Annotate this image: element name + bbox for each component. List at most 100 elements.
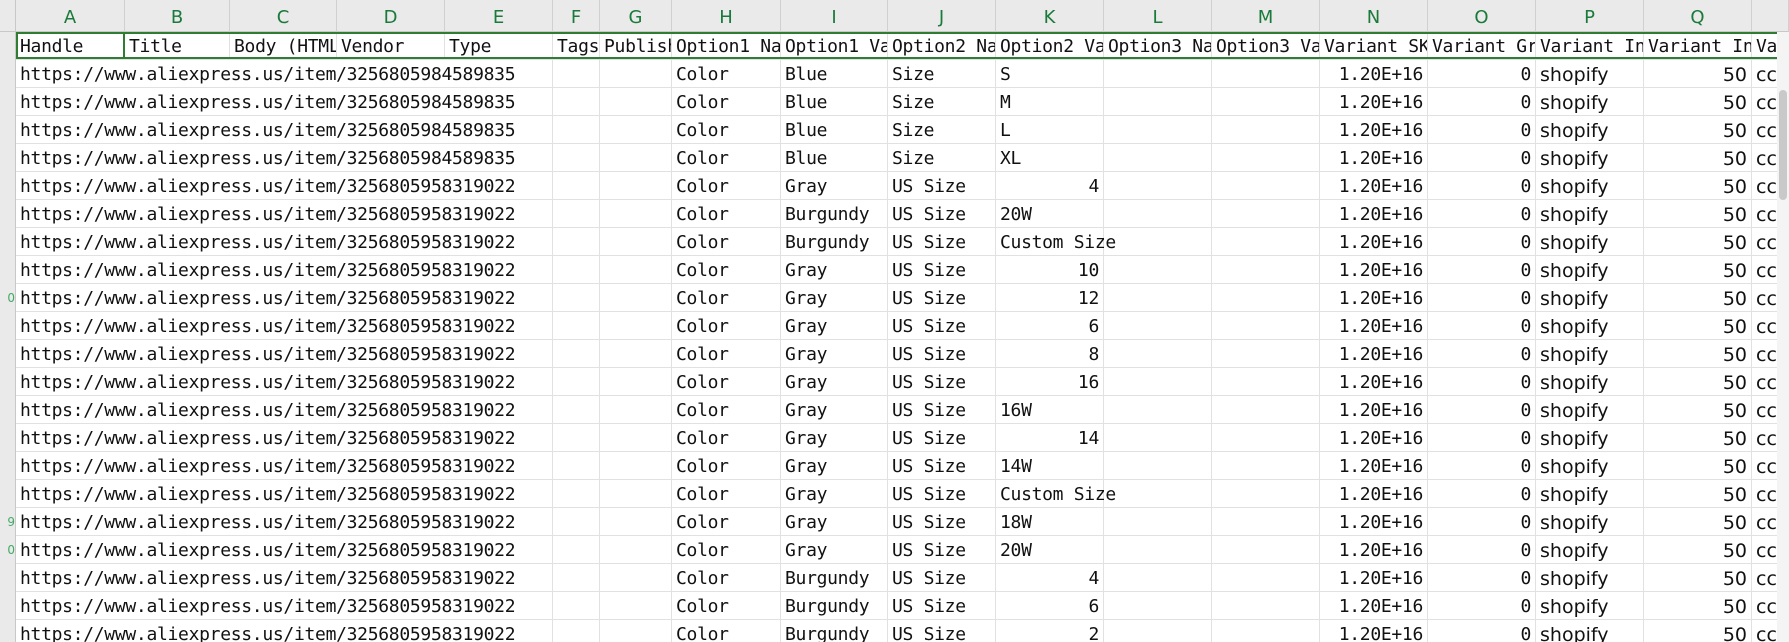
cell-variant-grams[interactable]: 0 [1428,620,1536,642]
cell-option1-name[interactable]: Color [672,620,781,642]
cell-option3-name[interactable] [1104,480,1212,508]
cell-variant-sku[interactable]: 1.20E+16 [1320,480,1428,508]
cell-published[interactable] [600,452,672,480]
cell-variant-sku[interactable]: 1.20E+16 [1320,60,1428,88]
cell-option2-name[interactable]: US Size [888,200,996,228]
cell-inventory-tracker[interactable]: shopify [1536,312,1644,340]
cell-option1-value[interactable]: Gray [781,480,888,508]
select-all-corner[interactable] [0,0,16,32]
cell-variant-grams[interactable]: 0 [1428,256,1536,284]
cell-option2-value[interactable]: 16W [996,396,1104,424]
cell-variant-grams[interactable]: 0 [1428,284,1536,312]
row-number[interactable] [0,60,16,88]
cell-option2-name[interactable]: US Size [888,284,996,312]
cell-variant-grams[interactable]: 0 [1428,368,1536,396]
cell-option3-name[interactable] [1104,592,1212,620]
cell-tags[interactable] [553,564,600,592]
cell-option2-value[interactable]: 20W [996,536,1104,564]
cell-option1-value[interactable]: Gray [781,452,888,480]
cell-tags[interactable] [553,480,600,508]
header-cell[interactable]: Tags [553,32,600,60]
cell-option3-value[interactable] [1212,452,1320,480]
cell-published[interactable] [600,424,672,452]
column-header-I[interactable]: I [781,0,888,32]
cell-inventory-qty[interactable]: 50 [1644,228,1752,256]
cell-option3-value[interactable] [1212,396,1320,424]
cell-handle-url[interactable]: https://www.aliexpress.us/item/325680595… [16,452,553,480]
cell-option3-value[interactable] [1212,60,1320,88]
cell-inventory-tracker[interactable]: shopify [1536,396,1644,424]
cell-option2-name[interactable]: US Size [888,536,996,564]
row-number[interactable]: 9 [0,508,16,536]
cell-option3-value[interactable] [1212,536,1320,564]
cell-option3-name[interactable] [1104,60,1212,88]
cell-option1-value[interactable]: Gray [781,368,888,396]
cell-inventory-tracker[interactable]: shopify [1536,340,1644,368]
row-number[interactable] [0,592,16,620]
header-cell[interactable]: Published [600,32,672,60]
cell-handle-url[interactable]: https://www.aliexpress.us/item/325680595… [16,228,553,256]
column-header-H[interactable]: H [672,0,781,32]
cell-option2-value[interactable]: Custom Size [996,480,1116,508]
header-cell[interactable]: Option2 Value [996,32,1104,60]
cell-inventory-qty[interactable]: 50 [1644,116,1752,144]
cell-tags[interactable] [553,144,600,172]
cell-tags[interactable] [553,256,600,284]
row-number[interactable] [0,116,16,144]
cell-tags[interactable] [553,60,600,88]
cell-option3-name[interactable] [1104,536,1212,564]
header-cell[interactable]: Handle [16,32,125,60]
cell-published[interactable] [600,620,672,642]
cell-inventory-tracker[interactable]: shopify [1536,200,1644,228]
cell-variant-grams[interactable]: 0 [1428,144,1536,172]
cell-tags[interactable] [553,452,600,480]
cell-variant-sku[interactable]: 1.20E+16 [1320,424,1428,452]
row-number[interactable] [0,452,16,480]
column-header-D[interactable]: D [337,0,445,32]
cell-option1-name[interactable]: Color [672,228,781,256]
cell-option2-name[interactable]: US Size [888,424,996,452]
cell-variant-grams[interactable]: 0 [1428,340,1536,368]
cell-option1-value[interactable]: Gray [781,536,888,564]
cell-option2-value[interactable]: 4 [996,172,1104,200]
cell-published[interactable] [600,396,672,424]
cell-option3-name[interactable] [1104,564,1212,592]
cell-inventory-tracker[interactable]: shopify [1536,508,1644,536]
cell-published[interactable] [600,564,672,592]
row-number[interactable] [0,340,16,368]
cell-option1-value[interactable]: Gray [781,256,888,284]
cell-option2-name[interactable]: Size [888,144,996,172]
cell-inventory-qty[interactable]: 50 [1644,564,1752,592]
column-header-Q[interactable]: Q [1644,0,1752,32]
column-header-M[interactable]: M [1212,0,1320,32]
cell-option1-name[interactable]: Color [672,508,781,536]
cell-variant-grams[interactable]: 0 [1428,60,1536,88]
cell-inventory-qty[interactable]: 50 [1644,508,1752,536]
cell-variant-grams[interactable]: 0 [1428,508,1536,536]
cell-inventory-tracker[interactable]: shopify [1536,620,1644,642]
cell-published[interactable] [600,592,672,620]
cell-variant-grams[interactable]: 0 [1428,480,1536,508]
vertical-scrollbar[interactable] [1777,32,1789,642]
cell-option3-name[interactable] [1104,620,1212,642]
cell-option3-value[interactable] [1212,256,1320,284]
header-cell[interactable]: Type [445,32,553,60]
header-cell[interactable]: Vendor [337,32,445,60]
cell-handle-url[interactable]: https://www.aliexpress.us/item/325680598… [16,116,553,144]
cell-option3-name[interactable] [1104,228,1212,256]
cell-option1-name[interactable]: Color [672,144,781,172]
cell-option1-name[interactable]: Color [672,116,781,144]
column-header-G[interactable]: G [600,0,672,32]
cell-option3-value[interactable] [1212,312,1320,340]
cell-handle-url[interactable]: https://www.aliexpress.us/item/325680598… [16,88,553,116]
cell-variant-sku[interactable]: 1.20E+16 [1320,284,1428,312]
cell-option1-value[interactable]: Blue [781,144,888,172]
cell-inventory-tracker[interactable]: shopify [1536,256,1644,284]
cell-tags[interactable] [553,88,600,116]
cell-option1-value[interactable]: Burgundy [781,228,888,256]
cell-option1-value[interactable]: Gray [781,284,888,312]
cell-inventory-tracker[interactable]: shopify [1536,172,1644,200]
cell-published[interactable] [600,284,672,312]
row-number[interactable] [0,564,16,592]
cell-option1-value[interactable]: Burgundy [781,564,888,592]
